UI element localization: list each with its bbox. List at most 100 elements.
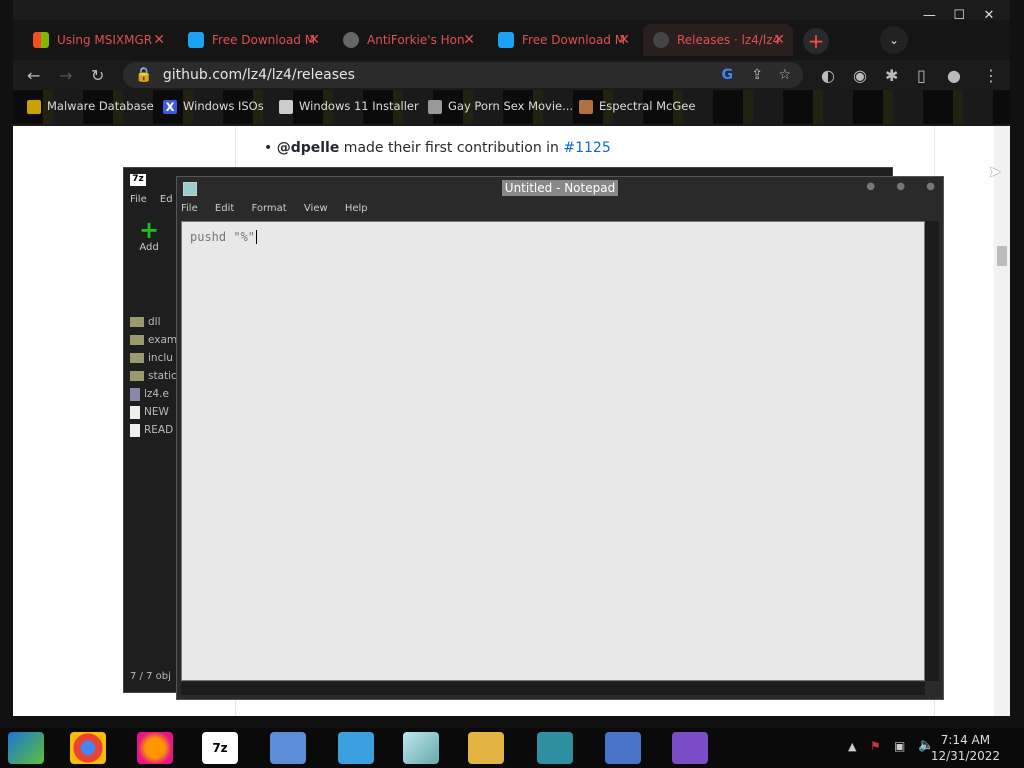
action-center-icon[interactable]: ⚑ — [870, 739, 881, 753]
bookmark-windows-11-installer[interactable]: Windows 11 Installer — [279, 99, 419, 114]
list-item[interactable]: exam — [130, 331, 180, 349]
network-people-icon[interactable] — [270, 732, 306, 764]
status-bar: 7 / 7 obj — [130, 671, 171, 682]
menu-icon[interactable]: ⋮ — [983, 66, 999, 85]
clock-date: 12/31/2022 — [930, 749, 1000, 763]
clock[interactable]: 7:14 AM 12/31/2022 — [931, 732, 1000, 764]
bookmark-malware-database[interactable]: Malware Database — [27, 99, 154, 114]
menu-file[interactable]: File — [181, 203, 198, 214]
7zip-menu: File Ed — [130, 194, 173, 205]
registry-icon[interactable] — [537, 732, 573, 764]
list-item[interactable]: static — [130, 367, 180, 385]
list-item[interactable]: lz4.e — [130, 385, 180, 403]
list-item[interactable]: NEW — [130, 403, 180, 421]
file-icon — [130, 423, 140, 437]
text-editor[interactable]: pushd "%" — [181, 221, 925, 681]
folder-icon — [130, 353, 144, 363]
vertical-scrollbar[interactable] — [925, 221, 939, 681]
menu-help[interactable]: Help — [345, 203, 368, 214]
notepad-taskbar-icon[interactable] — [403, 732, 439, 764]
bookmark-windows-isos[interactable]: X Windows ISOs — [163, 99, 264, 114]
contributor-bullet: • @dpelle made their first contribution … — [264, 140, 611, 156]
contributor-name[interactable]: @dpelle — [277, 140, 340, 156]
tab-free-download-1[interactable]: Free Download M ✕ — [178, 24, 328, 56]
github-icon — [653, 32, 669, 48]
close-tab-icon[interactable]: ✕ — [773, 24, 785, 56]
list-item[interactable]: READ — [130, 421, 180, 439]
page-scrollbar[interactable] — [994, 126, 1010, 716]
exe-icon — [130, 387, 140, 401]
minimize-icon[interactable]: — — [916, 8, 942, 26]
close-tab-icon[interactable]: ✕ — [618, 24, 630, 56]
mouse-cursor-icon: ➤ — [988, 162, 1002, 181]
list-item[interactable]: dll — [130, 313, 180, 331]
tab-strip: Using MSIXMGR ✕ Free Download M ✕ AntiFo… — [13, 20, 1010, 60]
address-bar[interactable]: 🔒 github.com/lz4/lz4/releases G ⇪ ☆ — [123, 62, 803, 88]
menu-edit[interactable]: Ed — [160, 194, 173, 205]
tab-title: Free Download M — [212, 33, 316, 47]
download-site-icon — [498, 32, 514, 48]
url-text: github.com/lz4/lz4/releases — [162, 67, 355, 83]
tab-antiforkie[interactable]: AntiForkie's Hon ✕ — [333, 24, 483, 56]
show-hidden-icons-icon[interactable]: ▲ — [848, 740, 856, 753]
back-icon[interactable]: ← — [27, 66, 40, 85]
bookmark-star-icon[interactable]: ☆ — [778, 62, 791, 88]
text-cursor — [256, 230, 258, 244]
window-controls: ● ● ● — [866, 181, 935, 192]
computer-management-icon[interactable] — [605, 732, 641, 764]
google-lens-icon[interactable]: G — [722, 62, 734, 88]
tab-msixmgr[interactable]: Using MSIXMGR ✕ — [23, 24, 173, 56]
extension-avatar-icon[interactable]: ◉ — [853, 66, 867, 85]
bookmark-gay-porn[interactable]: Gay Porn Sex Movie... — [428, 99, 573, 114]
close-icon[interactable]: ● — [926, 181, 935, 192]
menu-format[interactable]: Format — [251, 203, 286, 214]
plus-icon: + — [138, 216, 160, 244]
file-list: dll exam inclu static lz4.e NEW READ — [130, 313, 180, 439]
tab-search-icon[interactable]: ⌄ — [880, 26, 908, 54]
lock-icon: 🔒 — [135, 67, 153, 83]
bookmark-espectral-mcgee[interactable]: Espectral McGee — [579, 99, 695, 114]
chrome-icon[interactable] — [70, 732, 106, 764]
list-item[interactable]: inclu — [130, 349, 180, 367]
maximize-icon[interactable]: ● — [896, 181, 905, 192]
forward-icon[interactable]: → — [59, 66, 72, 85]
tab-title: AntiForkie's Hon — [367, 33, 465, 47]
profile-icon[interactable]: ● — [947, 66, 961, 85]
firefox-icon[interactable] — [137, 732, 173, 764]
close-tab-icon[interactable]: ✕ — [463, 24, 475, 56]
reload-icon[interactable]: ↻ — [91, 66, 104, 85]
folder-icon — [130, 317, 144, 327]
minimize-icon[interactable]: ● — [866, 181, 875, 192]
maximize-icon[interactable]: ☐ — [946, 8, 972, 26]
pr-link[interactable]: #1125 — [563, 140, 610, 156]
remote-desktop-icon[interactable] — [338, 732, 374, 764]
7zip-taskbar-icon[interactable]: 7z — [202, 732, 238, 764]
start-icon[interactable] — [8, 732, 44, 764]
file-explorer-icon[interactable] — [468, 732, 504, 764]
menu-view[interactable]: View — [304, 203, 328, 214]
close-tab-icon[interactable]: ✕ — [308, 24, 320, 56]
close-window-icon[interactable]: ✕ — [976, 8, 1002, 26]
add-button[interactable]: + Add — [134, 218, 164, 253]
x-logo-icon: X — [163, 99, 177, 114]
new-tab-button[interactable]: + — [803, 28, 829, 54]
side-panel-icon[interactable]: ▯ — [917, 66, 926, 85]
menu-file[interactable]: File — [130, 194, 147, 205]
network-icon[interactable]: ▣ — [894, 739, 905, 753]
tab-free-download-2[interactable]: Free Download M ✕ — [488, 24, 638, 56]
folder-icon — [130, 335, 144, 345]
folder-icon — [130, 371, 144, 381]
horizontal-scrollbar[interactable] — [181, 682, 925, 695]
file-icon — [130, 405, 140, 419]
close-tab-icon[interactable]: ✕ — [153, 24, 165, 56]
extensions-icon[interactable]: ✱ — [885, 66, 898, 85]
visual-studio-icon[interactable] — [672, 732, 708, 764]
menu-edit[interactable]: Edit — [215, 203, 234, 214]
tab-releases[interactable]: Releases · lz4/lz4 ✕ — [643, 24, 793, 56]
share-icon[interactable]: ⇪ — [751, 62, 763, 88]
notepad-window[interactable]: Untitled - Notepad ● ● ● File Edit Forma… — [176, 176, 944, 700]
7zip-icon: 7z — [130, 174, 146, 186]
profile-flag-icon[interactable]: ◐ — [821, 66, 835, 85]
site-icon — [428, 99, 442, 114]
scroll-thumb[interactable] — [997, 246, 1007, 266]
